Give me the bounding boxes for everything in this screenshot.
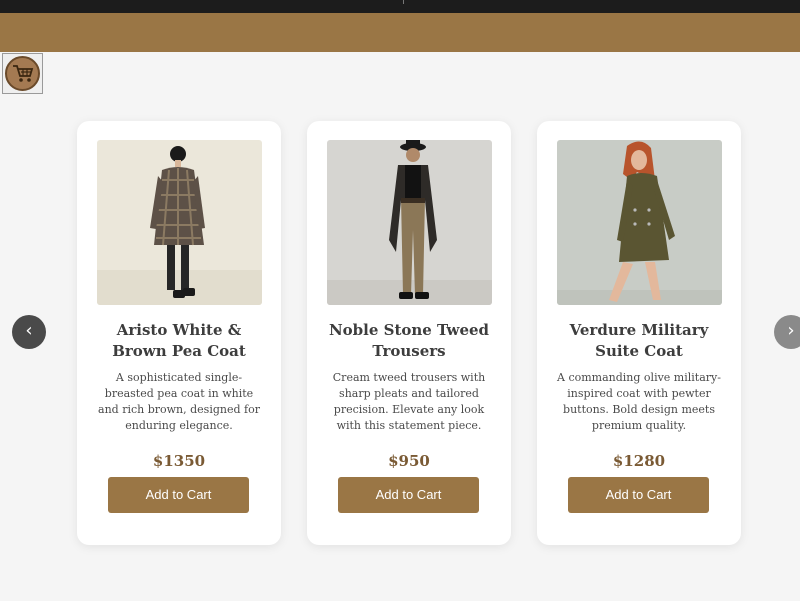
- header-bar: [0, 13, 800, 52]
- product-price: $950: [388, 452, 430, 470]
- product-card: Aristo White & Brown Pea Coat A sophisti…: [77, 121, 281, 545]
- add-to-cart-button[interactable]: Add to Cart: [568, 477, 709, 513]
- product-image: [557, 140, 722, 305]
- add-to-cart-button[interactable]: Add to Cart: [108, 477, 249, 513]
- shopping-cart-icon: [13, 65, 34, 82]
- product-image: [97, 140, 262, 305]
- top-bar-marker: [403, 0, 404, 4]
- product-price: $1350: [152, 452, 206, 470]
- product-description: Cream tweed trousers with sharp pleats a…: [332, 371, 486, 432]
- product-card: Noble Stone Tweed Trousers Cream tweed t…: [307, 121, 511, 545]
- product-title: Noble Stone Tweed Trousers: [328, 321, 490, 360]
- product-title: Verdure Military Suite Coat: [569, 321, 709, 360]
- product-description: A sophisticated single-breasted pea coat…: [98, 371, 260, 432]
- cart-button[interactable]: [2, 53, 43, 94]
- product-image: [327, 140, 492, 305]
- product-card: Verdure Military Suite Coat A commanding…: [537, 121, 741, 545]
- product-price: $1280: [612, 452, 666, 470]
- browser-top-bar: [0, 0, 800, 13]
- product-description: A commanding olive military-inspired coa…: [557, 371, 721, 432]
- add-to-cart-button[interactable]: Add to Cart: [338, 477, 479, 513]
- carousel-next-button[interactable]: ›: [774, 315, 800, 349]
- product-title: Aristo White & Brown Pea Coat: [112, 321, 246, 360]
- carousel-prev-button[interactable]: ‹: [12, 315, 46, 349]
